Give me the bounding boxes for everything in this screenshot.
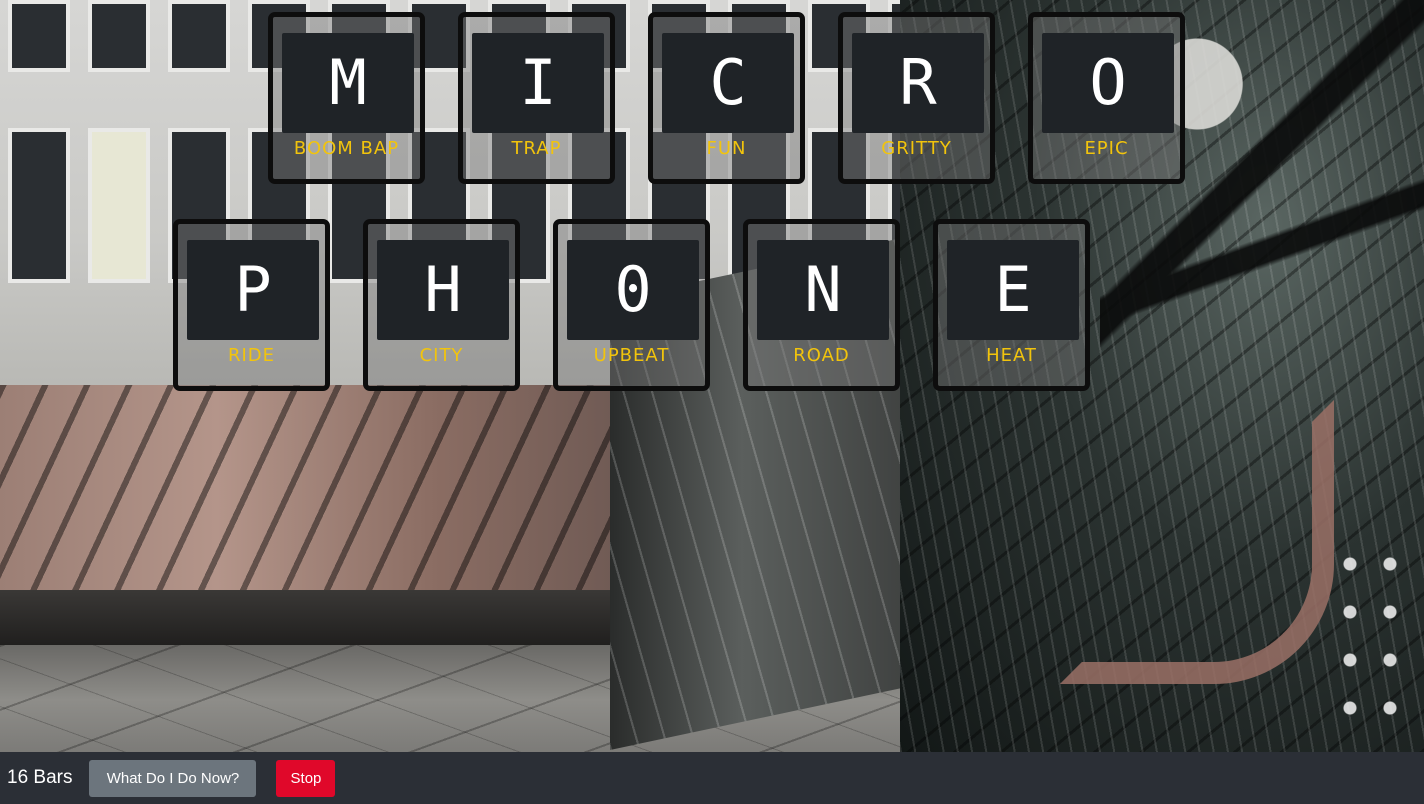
letter-tiles: M BOOM BAP I TRAP C FUN R GRITTY O E P I C … xyxy=(0,0,1424,752)
tile-label: ROAD xyxy=(793,345,850,366)
tile-letter: C xyxy=(662,33,794,133)
tile-label: FUN xyxy=(706,138,747,159)
tile-p[interactable]: P RIDE xyxy=(173,219,330,391)
tile-o[interactable]: O EPIC xyxy=(1028,12,1185,184)
bottom-bar: 16 Bars What Do I Do Now? Stop xyxy=(0,752,1424,804)
tile-letter: N xyxy=(757,240,889,340)
tile-m[interactable]: M BOOM BAP xyxy=(268,12,425,184)
tile-letter: I xyxy=(472,33,604,133)
tile-n[interactable]: N ROAD xyxy=(743,219,900,391)
tile-label: UPBEAT xyxy=(593,345,670,366)
tile-label: RIDE xyxy=(227,345,276,366)
tile-label: EPIC xyxy=(1084,138,1129,159)
tile-label: BOOM BAP xyxy=(293,138,400,159)
tile-letter: R xyxy=(852,33,984,133)
stop-button[interactable]: Stop xyxy=(276,759,336,797)
tile-i[interactable]: I TRAP xyxy=(458,12,615,184)
app-title: 16 Bars xyxy=(7,767,73,788)
tile-letter: H xyxy=(377,240,509,340)
help-button[interactable]: What Do I Do Now? xyxy=(89,759,257,797)
tile-letter: P xyxy=(187,240,319,340)
tile-letter: O xyxy=(1042,33,1174,133)
tile-label: CITY xyxy=(419,345,464,366)
tile-label: GRITTY xyxy=(881,138,952,159)
tile-r[interactable]: R GRITTY xyxy=(838,12,995,184)
tile-label: HEAT xyxy=(986,345,1037,366)
tile-h[interactable]: H CITY xyxy=(363,219,520,391)
tile-letter: M xyxy=(282,33,414,133)
tile-c[interactable]: C FUN xyxy=(648,12,805,184)
tile-letter: E xyxy=(947,240,1079,340)
tile-e[interactable]: E HEAT xyxy=(933,219,1090,391)
tile-letter: 0 xyxy=(567,240,699,340)
tile-0[interactable]: 0 UPBEAT xyxy=(553,219,710,391)
tile-label: TRAP xyxy=(511,138,562,159)
